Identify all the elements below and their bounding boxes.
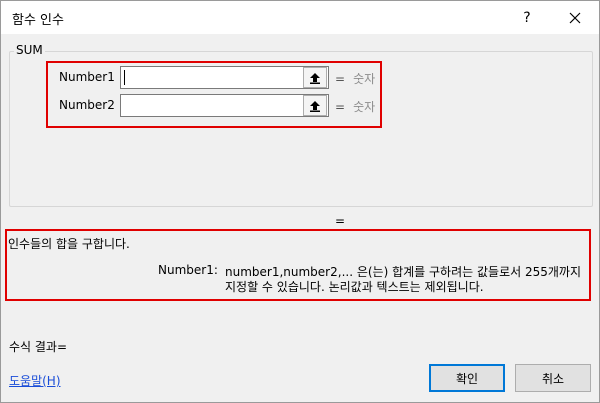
collapse-dialog-icon	[310, 72, 320, 84]
number2-result: = 숫자	[335, 98, 375, 115]
number2-collapse-button[interactable]	[303, 95, 327, 116]
function-result-equals: =	[335, 214, 346, 228]
close-button[interactable]	[555, 1, 595, 34]
help-button[interactable]: ?	[509, 1, 545, 34]
number1-collapse-button[interactable]	[303, 67, 327, 88]
number1-label: Number1	[59, 70, 115, 84]
function-arguments-dialog: 함수 인수 ? SUM Number1 = 숫자 Number2 = 숫자 = …	[0, 0, 600, 403]
dialog-title: 함수 인수	[12, 13, 64, 28]
cancel-button[interactable]: 취소	[515, 364, 591, 392]
number2-label: Number2	[59, 98, 115, 112]
number2-result-value: 숫자	[353, 100, 376, 114]
title-bar: 함수 인수 ?	[1, 1, 599, 34]
collapse-dialog-icon	[310, 100, 320, 112]
number1-result: = 숫자	[335, 70, 375, 87]
close-icon	[569, 12, 581, 23]
formula-result-label: 수식 결과=	[9, 340, 68, 354]
number2-input[interactable]	[120, 94, 329, 117]
function-name-label: SUM	[14, 43, 45, 57]
text-caret	[124, 70, 125, 85]
equals-sign: =	[335, 100, 346, 114]
equals-sign: =	[335, 72, 346, 86]
number1-input[interactable]	[120, 66, 329, 89]
argument-description-line2: 지정할 수 있습니다. 논리값과 텍스트는 제외됩니다.	[225, 280, 484, 294]
help-link[interactable]: 도움말(H)	[9, 372, 61, 389]
function-description: 인수들의 합을 구합니다.	[8, 237, 130, 251]
argument-description-name: Number1:	[158, 263, 218, 277]
ok-button[interactable]: 확인	[429, 364, 505, 392]
number1-result-value: 숫자	[353, 72, 376, 86]
